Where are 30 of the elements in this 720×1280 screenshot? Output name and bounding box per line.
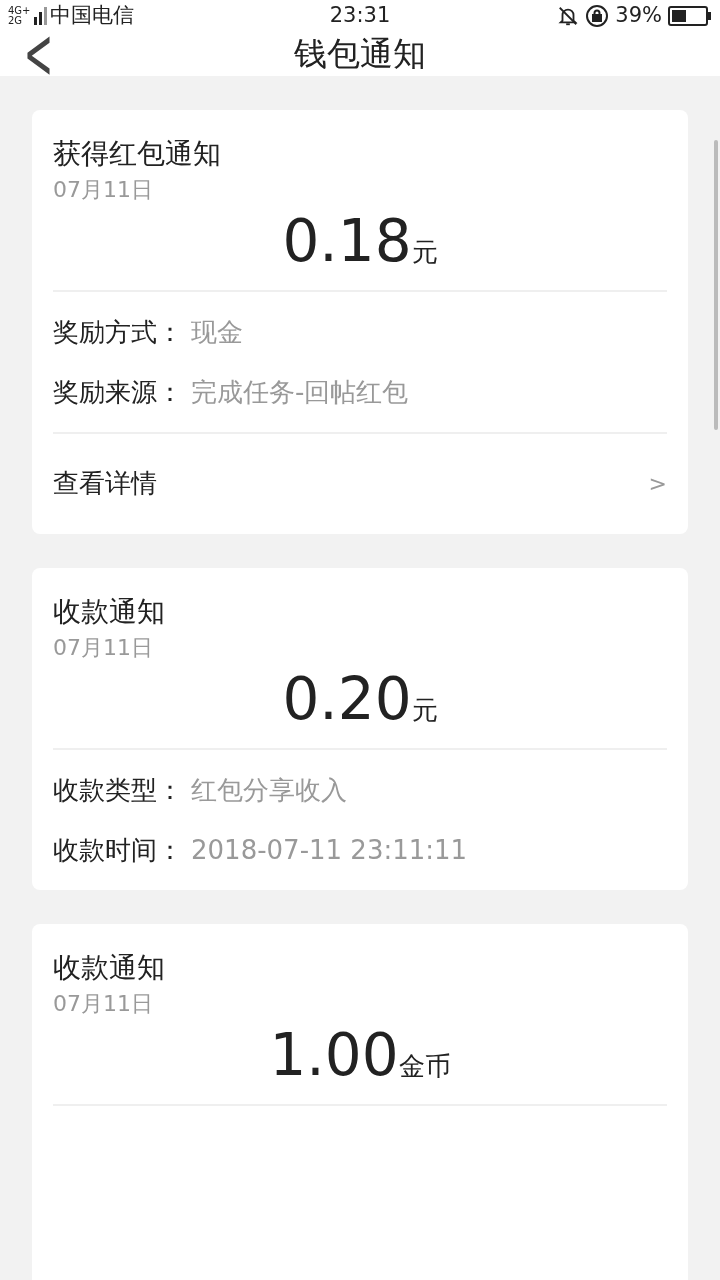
field-value: 2018-07-11 23:11:11 [191, 833, 468, 867]
battery-icon [668, 5, 712, 26]
field-value: 现金 [191, 315, 243, 349]
amount-unit: 元 [411, 693, 438, 727]
clock: 23:31 [329, 2, 391, 29]
field-label: 收款时间： [53, 833, 183, 867]
amount: 1.00 [269, 1019, 399, 1090]
details-row[interactable]: 查看详情 > [53, 433, 667, 534]
page-title: 钱包通知 [294, 32, 426, 75]
amount: 0.20 [282, 663, 412, 734]
field-value: 完成任务-回帖红包 [191, 375, 409, 409]
chevron-text: > [648, 470, 667, 498]
field-label: 收款类型： [53, 773, 183, 807]
muted-bell-icon [557, 4, 580, 27]
card-date: 07月11日 [53, 175, 154, 204]
details-label: 查看详情 [53, 467, 157, 500]
rotation-lock-icon [585, 3, 610, 28]
amount: 0.18 [282, 205, 412, 276]
amount-unit: 元 [411, 235, 438, 269]
field-value: 红包分享收入 [191, 773, 347, 807]
card-title: 收款通知 [53, 593, 166, 630]
signal-icon [34, 6, 48, 25]
amount-unit: 金币 [398, 1049, 451, 1083]
card-title: 收款通知 [53, 949, 166, 986]
card-title: 获得红包通知 [53, 135, 222, 172]
field-label: 奖励方式： [53, 315, 183, 349]
field-label: 奖励来源： [53, 375, 183, 409]
card-date: 07月11日 [53, 989, 154, 1018]
card-date: 07月11日 [53, 633, 154, 662]
battery-percent: 39% [615, 2, 662, 29]
